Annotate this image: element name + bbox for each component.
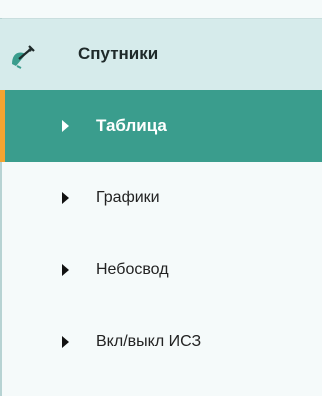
- caret-right-icon: [62, 336, 69, 348]
- menu-item-label: Вкл/выкл ИСЗ: [96, 333, 202, 350]
- menu-item-label: Графики: [96, 189, 160, 206]
- sidebar-menu: Спутники Таблица Графики Небосвод Вкл/вы…: [0, 0, 322, 396]
- menu-item-label: Небосвод: [96, 261, 169, 278]
- menu-item-label: Таблица: [96, 116, 167, 135]
- section-header-satellites[interactable]: Спутники: [0, 19, 322, 90]
- menu-item-table[interactable]: Таблица: [0, 90, 322, 162]
- section-title: Спутники: [78, 44, 159, 63]
- caret-right-icon: [62, 264, 69, 276]
- active-indicator: [0, 90, 5, 162]
- menu-item-toggle-satellites[interactable]: Вкл/выкл ИСЗ: [0, 306, 322, 378]
- caret-right-icon: [62, 120, 69, 132]
- satellite-dish-icon: [8, 40, 38, 70]
- caret-right-icon: [62, 192, 69, 204]
- menu-item-graphs[interactable]: Графики: [0, 162, 322, 234]
- menu-item-sky[interactable]: Небосвод: [0, 234, 322, 306]
